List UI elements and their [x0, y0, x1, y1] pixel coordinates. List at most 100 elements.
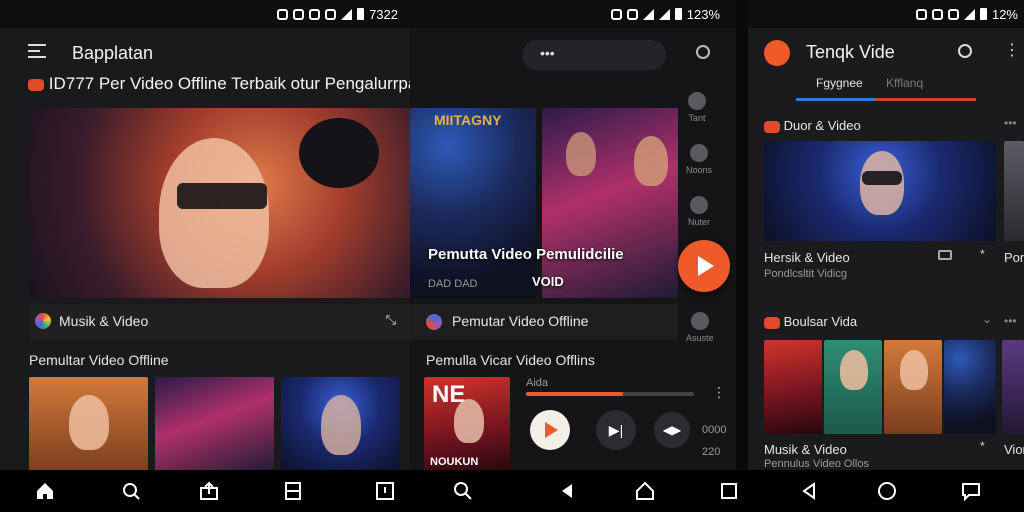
tab-indicator [796, 98, 876, 101]
singer-face [321, 395, 361, 455]
chat-icon[interactable] [960, 480, 982, 502]
hero-video-thumbnail[interactable] [29, 108, 410, 298]
search-icon[interactable] [452, 480, 474, 502]
artist-face [900, 350, 928, 390]
back-icon[interactable] [798, 480, 820, 502]
alarm-icon [626, 8, 638, 20]
side-item-tant[interactable]: Tant [688, 92, 706, 123]
signal-icon [658, 8, 670, 20]
battery-icon [674, 8, 682, 20]
headline-row[interactable]: ID777 Per Video Offline Terbaik otur Pen… [28, 74, 410, 94]
video-subcaption: Pennulus Video Ollos [764, 458, 869, 470]
side-item-label: Asuste [686, 333, 714, 343]
more-horiz-icon[interactable]: ••• [1004, 116, 1017, 130]
video-card[interactable] [824, 340, 882, 434]
side-item-label: Noons [686, 165, 713, 175]
video-card-partial[interactable] [1002, 340, 1024, 434]
side-item-asuste[interactable]: Asuste [686, 312, 714, 343]
video-card[interactable] [884, 340, 942, 434]
mini-poster[interactable]: NE NOUKUN [424, 377, 510, 470]
tab-indicator-secondary [876, 98, 976, 101]
back-icon[interactable] [556, 480, 578, 502]
chat-icon [690, 312, 709, 330]
video-card[interactable] [29, 377, 148, 470]
video-card[interactable] [764, 141, 996, 241]
overlay-subcaption: VOID [532, 274, 564, 289]
drummer [566, 132, 596, 176]
upload-icon[interactable] [198, 480, 220, 502]
headline-text: ID777 Per Video Offline Terbaik otur Pen… [48, 74, 410, 93]
stop-icon: ◀▶ [662, 423, 682, 437]
search-icon[interactable] [120, 480, 142, 502]
skip-next-button[interactable]: ▶| [596, 410, 636, 450]
home-circle-icon[interactable] [876, 480, 898, 502]
star-icon[interactable]: * [980, 439, 985, 453]
video-card[interactable] [281, 377, 400, 470]
wifi-icon [642, 8, 654, 20]
mini-poster-bottom: NOUKUN [430, 456, 479, 468]
color-wheel-icon [35, 313, 51, 329]
featured-band-photo[interactable] [542, 108, 678, 298]
notification-icon [293, 8, 305, 20]
search-icon[interactable] [958, 44, 972, 58]
home-outline-icon[interactable] [634, 480, 656, 502]
side-item-nuter[interactable]: Nuter [688, 196, 710, 227]
stop-button[interactable]: ◀▶ [654, 412, 690, 448]
right-screen: Tenqk Vide ⋮ Fgygnee Kfflanq Duor & Vide… [748, 28, 1024, 470]
time-right: 0000 [702, 424, 727, 436]
notification-icon [277, 8, 289, 20]
more-vert-icon[interactable]: ⋮ [712, 384, 726, 401]
signal-icon [341, 8, 353, 20]
video-card[interactable] [155, 377, 274, 470]
notification-icon [610, 8, 622, 20]
seek-bar[interactable] [526, 392, 694, 396]
video-card[interactable] [944, 340, 996, 434]
section-header[interactable]: Boulsar Vida [764, 314, 857, 329]
headphone-right [299, 118, 379, 188]
performer-face [69, 395, 109, 450]
skip-next-icon: ▶| [608, 421, 624, 438]
expand-icon[interactable]: ⤡ [386, 312, 396, 328]
cast-icon[interactable] [938, 250, 952, 260]
section-header[interactable]: Duor & Video [764, 118, 861, 133]
alarm-icon [309, 8, 321, 20]
thumbs-up-icon [690, 196, 708, 214]
more-dots-icon[interactable]: ••• [540, 45, 555, 61]
chevron-down-icon[interactable]: ⌄ [982, 312, 992, 326]
pin-icon [690, 144, 708, 162]
home-icon[interactable] [34, 480, 56, 502]
section-title: Pemulla Vicar Video Offlins [426, 352, 595, 368]
search-icon[interactable] [696, 45, 710, 59]
status-bar-left: 7322 [0, 0, 404, 28]
more-vert-icon[interactable]: ⋮ [1004, 40, 1020, 60]
notifications-icon[interactable] [374, 480, 396, 502]
hero-singer-face [159, 138, 269, 288]
notification-icon [915, 8, 927, 20]
video-badge-icon [28, 78, 44, 91]
search-pill[interactable]: ••• [522, 40, 666, 70]
status-bar-mid: 123% [410, 0, 726, 28]
video-caption: Musik & Video [764, 442, 847, 457]
middle-screen: ••• MIITAGNY Pemutta Video Pemulidcilie … [410, 28, 736, 470]
recents-icon[interactable] [718, 480, 740, 502]
section-title: Pemultar Video Offline [29, 352, 169, 368]
player-row[interactable]: Pemutar Video Offline [410, 304, 678, 340]
tab-2[interactable]: Kfflanq [886, 76, 923, 90]
time-small: 220 [702, 446, 721, 458]
library-icon[interactable] [282, 480, 304, 502]
side-item-label: Tant [688, 113, 706, 123]
play-fab-button[interactable] [678, 240, 730, 292]
video-card[interactable] [764, 340, 822, 434]
color-wheel-icon [426, 314, 442, 330]
more-horiz-icon[interactable]: ••• [1004, 314, 1017, 328]
battery-text: 12% [991, 6, 1018, 22]
play-button[interactable] [530, 410, 570, 450]
category-row[interactable]: Musik & Video ⤡ [29, 304, 410, 340]
featured-poster[interactable]: MIITAGNY [410, 108, 536, 298]
overlay-meta: DAD DAD [428, 278, 478, 290]
side-item-noons[interactable]: Noons [686, 144, 712, 175]
menu-icon[interactable] [28, 44, 46, 58]
star-icon[interactable]: * [980, 247, 985, 261]
tab-1[interactable]: Fgygnee [816, 76, 863, 90]
video-card-partial[interactable] [1004, 141, 1024, 241]
